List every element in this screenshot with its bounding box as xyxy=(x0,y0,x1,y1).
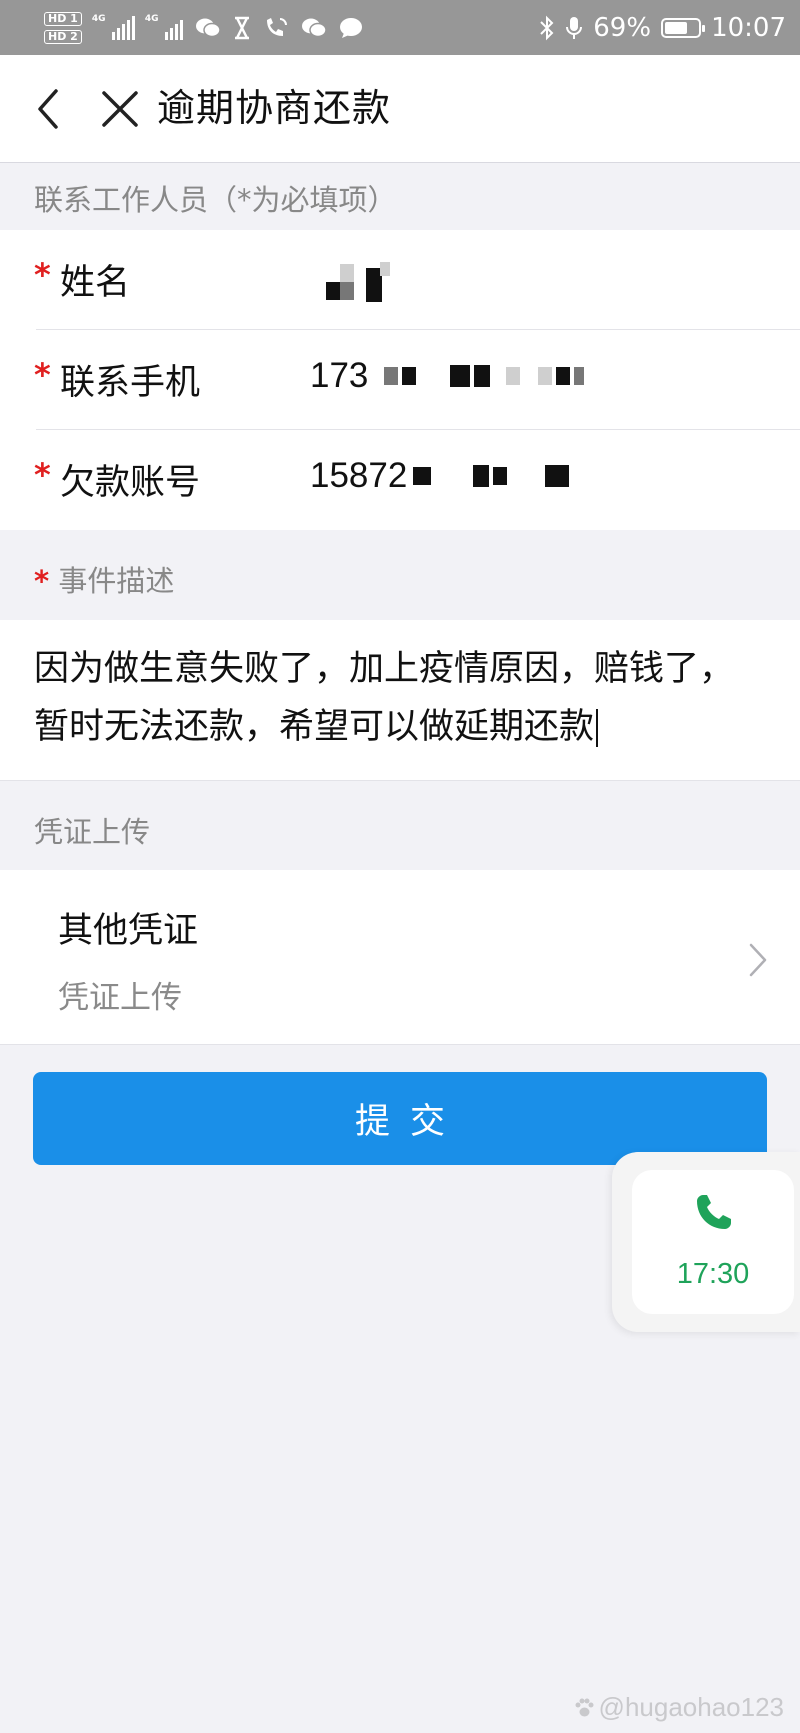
status-bar-right: 69% 10:07 xyxy=(539,8,786,48)
network-type: 4G xyxy=(91,14,106,24)
wifi-call-icon xyxy=(266,18,287,36)
signal-icon: 4G xyxy=(91,14,135,40)
call-duration: 17:30 xyxy=(676,1258,750,1290)
wechat-icon xyxy=(195,18,221,38)
paw-icon xyxy=(575,1698,594,1716)
account-row[interactable]: * 欠款账号 15872 xyxy=(0,430,800,530)
account-value: 15872 xyxy=(310,456,408,495)
text-caret xyxy=(596,709,599,747)
watermark-text: @hugaohao123 xyxy=(598,1692,784,1722)
voucher-section-title: 凭证上传 xyxy=(34,815,151,849)
close-icon[interactable] xyxy=(98,87,142,131)
contact-form: * 姓名 * 联系手机 173 * 欠款账号 15872 xyxy=(0,230,800,530)
wechat-icon-2 xyxy=(301,18,327,38)
hourglass-icon xyxy=(234,16,249,40)
battery-fill xyxy=(665,22,688,34)
redacted-phone xyxy=(384,365,585,387)
description-section-header: * 事件描述 xyxy=(0,530,800,620)
page-title: 逾期协商还款 xyxy=(157,86,392,130)
battery-percent: 69% xyxy=(593,13,652,43)
voucher-section-header: 凭证上传 xyxy=(0,781,800,870)
hd-badge-1: HD 1 xyxy=(44,12,82,26)
redacted-name xyxy=(326,258,396,304)
nav-bar: 逾期协商还款 xyxy=(0,55,800,163)
hd-badge-2: HD 2 xyxy=(44,30,82,44)
required-mark: * xyxy=(34,256,51,294)
chevron-right-icon xyxy=(749,943,767,977)
name-label: 姓名 xyxy=(60,263,131,303)
phone-row[interactable]: * 联系手机 173 xyxy=(0,330,800,430)
signal-icon-2: 4G xyxy=(144,14,183,40)
phone-field[interactable]: 173 xyxy=(310,356,585,396)
status-bar: HD 1 HD 2 4G 4G 69% 10:07 xyxy=(0,0,800,55)
voucher-item-title: 其他凭证 xyxy=(58,911,199,951)
status-bar-left: HD 1 HD 2 4G 4G xyxy=(44,8,363,48)
required-mark: * xyxy=(34,356,51,394)
phone-icon xyxy=(697,1195,731,1229)
description-textarea[interactable]: 因为做生意失败了，加上疫情原因，赔钱了，暂时无法还款，希望可以做延期还款 xyxy=(0,620,800,781)
message-icon xyxy=(339,18,362,38)
voucher-item-subtitle: 凭证上传 xyxy=(58,980,182,1016)
required-mark: * xyxy=(34,456,51,494)
hd-indicators: HD 1 HD 2 xyxy=(44,12,82,44)
floating-call-widget[interactable]: 17:30 xyxy=(612,1152,800,1332)
contact-section-title: 联系工作人员（*为必填项） xyxy=(34,183,397,217)
microphone-icon xyxy=(566,17,583,39)
required-mark: * xyxy=(34,564,50,598)
name-field[interactable] xyxy=(320,258,396,304)
contact-section-header: 联系工作人员（*为必填项） xyxy=(0,163,800,230)
phone-label: 联系手机 xyxy=(60,363,201,403)
bluetooth-icon xyxy=(540,15,554,41)
description-section-title: * 事件描述 xyxy=(34,558,174,600)
name-row[interactable]: * 姓名 xyxy=(0,230,800,330)
account-label: 欠款账号 xyxy=(60,463,201,503)
watermark: @hugaohao123 xyxy=(573,1692,784,1723)
redacted-account xyxy=(413,465,570,487)
status-time: 10:07 xyxy=(711,13,786,43)
description-header-label: 事件描述 xyxy=(58,564,175,598)
network-type-2: 4G xyxy=(144,14,159,24)
phone-value: 173 xyxy=(310,356,369,395)
back-icon[interactable] xyxy=(30,85,70,133)
voucher-upload-item[interactable]: 其他凭证 凭证上传 xyxy=(0,870,800,1045)
account-field[interactable]: 15872 xyxy=(310,456,570,496)
call-widget-inner: 17:30 xyxy=(632,1170,794,1314)
battery-icon xyxy=(661,18,706,38)
description-text: 因为做生意失败了，加上疫情原因，赔钱了，暂时无法还款，希望可以做延期还款 xyxy=(34,649,735,747)
